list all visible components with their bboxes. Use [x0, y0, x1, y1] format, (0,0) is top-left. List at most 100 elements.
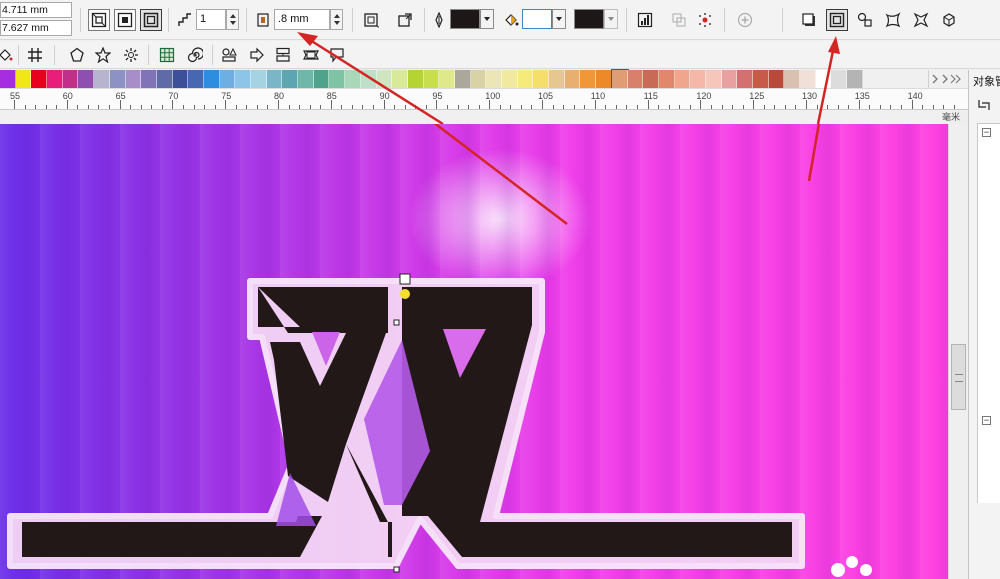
- color-direction-button[interactable]: [394, 9, 416, 31]
- fill-color-swatch[interactable]: [522, 9, 552, 29]
- docker-options-button[interactable]: [977, 98, 991, 112]
- palette-swatch[interactable]: [768, 70, 785, 88]
- palette-swatch[interactable]: [15, 70, 32, 88]
- flowchart-shapes-button[interactable]: [272, 44, 294, 66]
- star-tool-button[interactable]: [92, 44, 114, 66]
- palette-swatch[interactable]: [486, 70, 502, 88]
- palette-swatch[interactable]: [596, 70, 612, 88]
- palette-swatch[interactable]: [454, 70, 471, 88]
- palette-swatch[interactable]: [737, 70, 753, 88]
- selection-handle-mid[interactable]: [393, 319, 400, 326]
- blend-tool-button[interactable]: [854, 9, 876, 31]
- outer-contour-tool-button[interactable]: [826, 9, 848, 31]
- palette-swatch[interactable]: [188, 70, 204, 88]
- palette-swatch[interactable]: [423, 70, 440, 88]
- palette-swatch[interactable]: [407, 70, 424, 88]
- palette-swatch[interactable]: [564, 70, 581, 88]
- object-acceleration-button[interactable]: [634, 9, 656, 31]
- palette-swatch[interactable]: [753, 70, 769, 88]
- fill-tool-partial[interactable]: [0, 44, 16, 66]
- palette-swatch[interactable]: [298, 70, 314, 88]
- arrow-shapes-button[interactable]: [246, 44, 268, 66]
- end-color-swatch[interactable]: [574, 9, 604, 29]
- palette-swatch[interactable]: [643, 70, 659, 88]
- color-palette[interactable]: [0, 69, 928, 89]
- envelope-tool-button[interactable]: [910, 9, 932, 31]
- banner-shapes-button[interactable]: [300, 44, 322, 66]
- palette-swatch[interactable]: [235, 70, 251, 88]
- object-tree[interactable]: − −: [977, 123, 1000, 503]
- height-field[interactable]: 7.627 mm: [0, 20, 72, 36]
- palette-swatch[interactable]: [376, 70, 393, 88]
- palette-swatch[interactable]: [705, 70, 722, 88]
- width-field[interactable]: 4.711 mm: [0, 2, 72, 18]
- drawing-canvas[interactable]: [0, 124, 948, 579]
- palette-swatch[interactable]: [62, 70, 79, 88]
- palette-swatch[interactable]: [610, 69, 629, 89]
- grid-tool-button[interactable]: [24, 44, 46, 66]
- vertical-scrollbar[interactable]: [948, 124, 968, 579]
- palette-swatch[interactable]: [47, 70, 63, 88]
- palette-swatch[interactable]: [109, 70, 126, 88]
- palette-swatch[interactable]: [360, 70, 377, 88]
- palette-swatch[interactable]: [345, 70, 361, 88]
- palette-swatch[interactable]: [78, 70, 95, 88]
- palette-swatch[interactable]: [784, 70, 801, 88]
- graph-paper-tool-button[interactable]: [156, 44, 178, 66]
- spiral-tool-button[interactable]: [184, 44, 206, 66]
- extrude-tool-button[interactable]: [938, 9, 960, 31]
- contour-steps-input[interactable]: 1: [196, 9, 226, 30]
- palette-swatch[interactable]: [549, 70, 565, 88]
- palette-swatch[interactable]: [203, 70, 220, 88]
- contour-offset-spinner[interactable]: [330, 9, 343, 30]
- complex-star-tool-button[interactable]: [120, 44, 142, 66]
- contour-inside-button[interactable]: [114, 9, 136, 31]
- add-preset-button[interactable]: [734, 9, 756, 31]
- outline-color-swatch[interactable]: [450, 9, 480, 29]
- contour-steps-spinner[interactable]: [226, 9, 239, 30]
- palette-swatch[interactable]: [251, 70, 267, 88]
- distort-tool-button[interactable]: [882, 9, 904, 31]
- polygon-tool-button[interactable]: [66, 44, 88, 66]
- palette-swatch[interactable]: [94, 70, 110, 88]
- outline-color-dropdown[interactable]: [480, 9, 494, 29]
- palette-swatch[interactable]: [502, 70, 518, 88]
- palette-swatch[interactable]: [125, 70, 142, 88]
- palette-swatch[interactable]: [721, 70, 738, 88]
- palette-scroll-buttons[interactable]: [928, 70, 968, 88]
- contour-direction-handle[interactable]: [400, 289, 410, 299]
- palette-swatch[interactable]: [31, 70, 48, 88]
- palette-swatch[interactable]: [690, 70, 706, 88]
- back-minus-front-button[interactable]: [798, 9, 820, 31]
- palette-swatch[interactable]: [533, 70, 550, 88]
- contour-to-center-button[interactable]: [88, 9, 110, 31]
- selection-handle-top[interactable]: [399, 273, 411, 285]
- palette-swatch[interactable]: [156, 70, 173, 88]
- scrollbar-thumb[interactable]: [951, 344, 966, 410]
- palette-swatch[interactable]: [847, 70, 863, 88]
- palette-swatch[interactable]: [392, 70, 408, 88]
- palette-swatch[interactable]: [800, 70, 816, 88]
- callout-shapes-button[interactable]: [326, 44, 348, 66]
- palette-swatch[interactable]: [329, 70, 346, 88]
- horizontal-ruler[interactable]: 55 60 65 70 75 80 85 90 95 100 105 110 115 120 125 130 1…: [0, 88, 968, 110]
- palette-swatch[interactable]: [470, 70, 487, 88]
- contour-corners-button[interactable]: [360, 9, 382, 31]
- palette-swatch[interactable]: [141, 70, 157, 88]
- fill-color-dropdown[interactable]: [552, 9, 566, 29]
- palette-swatch[interactable]: [266, 70, 283, 88]
- palette-swatch[interactable]: [172, 70, 189, 88]
- palette-swatch[interactable]: [658, 70, 675, 88]
- palette-swatch[interactable]: [815, 70, 832, 88]
- palette-swatch[interactable]: [674, 70, 691, 88]
- palette-swatch[interactable]: [831, 70, 848, 88]
- palette-swatch[interactable]: [282, 70, 299, 88]
- tree-collapse-button[interactable]: −: [982, 128, 991, 137]
- palette-swatch[interactable]: [580, 70, 597, 88]
- contour-offset-input[interactable]: .8 mm: [274, 9, 330, 30]
- contour-outside-button[interactable]: [140, 9, 162, 31]
- palette-swatch[interactable]: [219, 70, 236, 88]
- palette-swatch[interactable]: [627, 70, 644, 88]
- clear-contour-button[interactable]: [694, 9, 716, 31]
- end-color-dropdown[interactable]: [604, 9, 618, 29]
